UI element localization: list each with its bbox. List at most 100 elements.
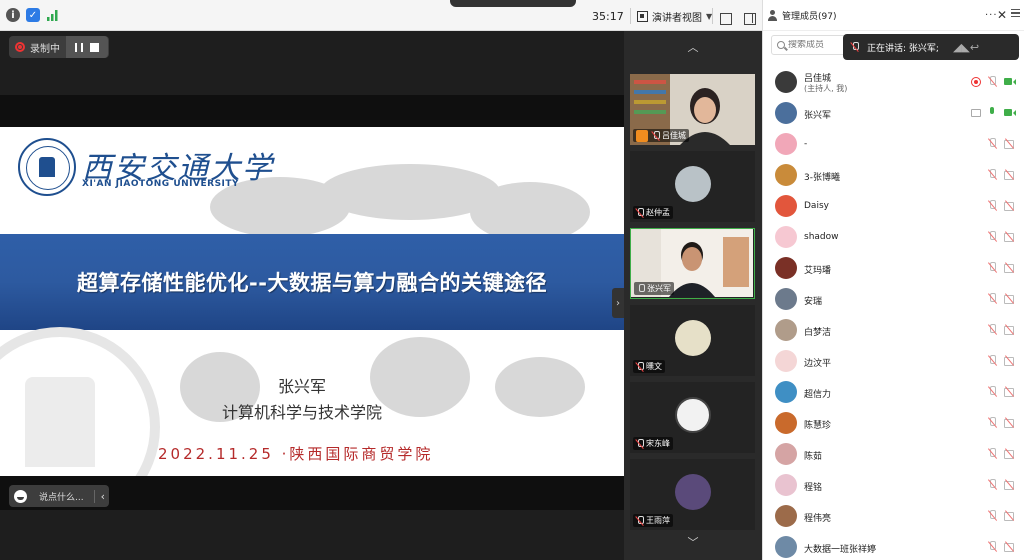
avatar	[674, 165, 711, 202]
slide-title-band: 超算存储性能优化--大数据与算力融合的关键途径	[0, 234, 624, 330]
member-row[interactable]: 陈慧珍	[763, 407, 1024, 438]
presenter-view-dropdown[interactable]: 演讲者视图 ▼	[637, 7, 712, 25]
camera-off-icon[interactable]	[1004, 325, 1016, 335]
video-tile-active-speaker[interactable]: 张兴军	[630, 228, 755, 299]
security-shield-icon[interactable]: ✓	[26, 8, 40, 22]
member-row[interactable]: 3-张博曦	[763, 159, 1024, 190]
member-row[interactable]: 张兴军	[763, 97, 1024, 128]
video-tile[interactable]: 王雨萍	[630, 459, 755, 530]
member-row[interactable]: 白梦洁	[763, 314, 1024, 345]
avatar	[775, 318, 797, 341]
mic-muted-icon[interactable]	[988, 417, 997, 428]
mic-muted-icon[interactable]	[988, 231, 997, 242]
chevron-left-icon[interactable]: ‹	[93, 489, 105, 503]
member-row[interactable]: 边汶平	[763, 345, 1024, 376]
mic-active-icon[interactable]	[988, 107, 997, 118]
member-row[interactable]: shadow	[763, 221, 1024, 252]
camera-off-icon[interactable]	[1004, 511, 1016, 521]
mic-muted-icon[interactable]	[988, 386, 997, 397]
member-row[interactable]: 吕佳城 (主持人, 我)	[763, 66, 1024, 97]
member-row[interactable]: 安瑞	[763, 283, 1024, 314]
toast-actions-icon[interactable]: ◢◣↩	[953, 41, 979, 54]
avatar	[775, 132, 797, 155]
camera-off-icon[interactable]	[1004, 263, 1016, 273]
close-icon[interactable]: ✕	[997, 8, 1007, 22]
camera-off-icon[interactable]	[1004, 449, 1016, 459]
camera-off-icon[interactable]	[1004, 387, 1016, 397]
member-row[interactable]: 陈茹	[763, 438, 1024, 469]
member-name: -	[804, 139, 808, 149]
mic-muted-icon[interactable]	[988, 76, 997, 87]
mic-muted-icon[interactable]	[988, 324, 997, 335]
more-options-icon[interactable]: ···	[985, 10, 998, 21]
camera-off-icon[interactable]	[1004, 139, 1016, 149]
camera-off-icon[interactable]	[1004, 294, 1016, 304]
member-row[interactable]: 艾玛璠	[763, 252, 1024, 283]
menu-icon[interactable]	[1011, 9, 1020, 17]
chat-placeholder[interactable]: 说点什么...	[39, 490, 84, 503]
camera-off-icon[interactable]	[1004, 356, 1016, 366]
avatar	[775, 163, 797, 186]
member-row[interactable]: 超信力	[763, 376, 1024, 407]
camera-off-icon[interactable]	[1004, 542, 1016, 552]
avatar	[674, 319, 711, 356]
emoji-icon[interactable]	[14, 489, 27, 503]
member-row[interactable]: 程铭	[763, 469, 1024, 500]
chevron-down-icon[interactable]: ﹀	[624, 531, 762, 553]
chevron-right-icon[interactable]: ›	[612, 288, 624, 318]
member-row[interactable]: 程伟亮	[763, 500, 1024, 531]
fullscreen-icon[interactable]	[720, 13, 732, 25]
member-name: Daisy	[804, 201, 829, 211]
sidebar-toggle-icon[interactable]	[744, 13, 756, 25]
mic-muted-icon[interactable]	[988, 448, 997, 459]
network-signal-icon[interactable]	[46, 9, 60, 21]
video-tile[interactable]: 曛文	[630, 305, 755, 376]
mic-muted-icon[interactable]	[988, 169, 997, 180]
tile-participant-name: 张兴军	[647, 284, 671, 293]
member-search-input[interactable]	[788, 40, 848, 50]
video-tile[interactable]: 宋东峰	[630, 382, 755, 453]
video-tile[interactable]: 赵仲孟	[630, 151, 755, 222]
member-search-box[interactable]	[771, 35, 851, 55]
info-icon[interactable]: i	[6, 8, 20, 22]
chat-input-bar[interactable]: 说点什么... ‹	[9, 485, 109, 507]
tile-label: 王雨萍	[633, 514, 673, 527]
mic-muted-icon[interactable]	[988, 479, 997, 490]
video-tile[interactable]: 吕佳城	[630, 74, 755, 145]
stop-recording-button[interactable]	[90, 42, 100, 52]
pause-recording-button[interactable]	[74, 42, 83, 52]
presenter-view-icon	[637, 10, 648, 22]
avatar	[674, 396, 711, 433]
mic-muted-icon[interactable]	[988, 138, 997, 149]
camera-off-icon[interactable]	[1004, 232, 1016, 242]
toolbar-divider	[712, 8, 713, 24]
mic-muted-icon[interactable]	[988, 293, 997, 304]
presenter-name: 张兴军	[278, 377, 327, 396]
camera-off-icon[interactable]	[1004, 201, 1016, 211]
camera-off-icon[interactable]	[1004, 418, 1016, 428]
member-row[interactable]: -	[763, 128, 1024, 159]
mic-muted-icon	[636, 361, 644, 372]
recording-status-icon	[971, 77, 981, 87]
avatar	[775, 287, 797, 310]
member-row[interactable]: 大数据一班张祥婷	[763, 531, 1024, 560]
tile-label: 宋东峰	[633, 437, 673, 450]
camera-on-icon[interactable]	[1004, 108, 1016, 117]
date-and-venue: 2022.11.25 ·陕西国际商贸学院	[158, 445, 434, 463]
chevron-up-icon[interactable]: ︿	[624, 36, 762, 58]
mic-muted-icon[interactable]	[988, 200, 997, 211]
panel-header: 管理成员(97) ··· ✕	[763, 0, 1024, 31]
member-row[interactable]: Daisy	[763, 190, 1024, 221]
camera-off-icon[interactable]	[1004, 170, 1016, 180]
camera-off-icon[interactable]	[1004, 480, 1016, 490]
camera-on-icon[interactable]	[1004, 77, 1016, 86]
member-name: 陈茹	[804, 452, 823, 462]
tile-label: 吕佳城	[633, 129, 689, 142]
window-drag-tab[interactable]	[450, 0, 576, 7]
mic-muted-icon[interactable]	[988, 262, 997, 273]
mic-muted-icon[interactable]	[988, 541, 997, 552]
member-name: 3-张博曦	[804, 173, 840, 183]
university-name-en: XI'AN JIAOTONG UNIVERSITY	[82, 179, 240, 189]
mic-muted-icon[interactable]	[988, 355, 997, 366]
mic-muted-icon[interactable]	[988, 510, 997, 521]
